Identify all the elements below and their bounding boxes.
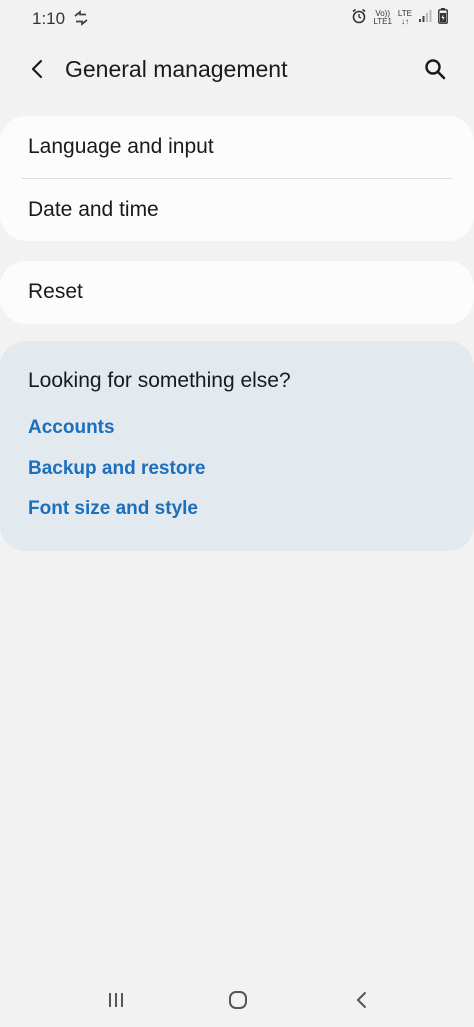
font-size-and-style-link[interactable]: Font size and style	[28, 498, 198, 520]
nav-back-button[interactable]	[342, 987, 382, 1017]
alarm-icon	[351, 8, 367, 29]
recents-icon	[106, 991, 126, 1014]
app-bar: General management	[0, 40, 474, 100]
status-time: 1:10	[32, 9, 66, 28]
language-and-input-item[interactable]: Language and input	[0, 116, 474, 178]
lte-indicator: LTE ↓↑	[398, 10, 412, 26]
search-button[interactable]	[418, 54, 452, 88]
volte-bottom-label: LTE1	[373, 17, 392, 26]
back-icon	[354, 990, 370, 1015]
accounts-link[interactable]: Accounts	[28, 417, 115, 439]
volte-indicator: Vo)) LTE1	[373, 10, 392, 26]
search-icon	[424, 58, 446, 85]
page-title: General management	[65, 56, 288, 82]
signal-icon	[418, 9, 432, 28]
recents-button[interactable]	[96, 987, 136, 1017]
battery-icon	[438, 7, 448, 29]
date-and-time-item[interactable]: Date and time	[0, 179, 474, 241]
backup-and-restore-link[interactable]: Backup and restore	[28, 458, 205, 480]
reset-item[interactable]: Reset	[0, 261, 474, 323]
settings-card-primary: Language and input Date and time	[0, 116, 474, 241]
list-item-label: Reset	[28, 280, 83, 303]
list-item-label: Date and time	[28, 198, 159, 221]
status-bar: 1:10 Vo)) LTE1 LTE ↓↑	[0, 0, 474, 38]
screen: 1:10 Vo)) LTE1 LTE ↓↑ General management…	[0, 0, 474, 1027]
back-button[interactable]	[20, 54, 54, 88]
home-button[interactable]	[218, 987, 258, 1017]
lte-arrows-icon: ↓↑	[400, 17, 409, 26]
settings-card-reset: Reset	[0, 261, 474, 324]
navigation-bar	[0, 977, 474, 1027]
suggestions-title: Looking for something else?	[28, 369, 291, 392]
list-item-label: Language and input	[28, 135, 214, 158]
suggestions-card: Looking for something else? Accounts Bac…	[0, 341, 474, 551]
status-icons: Vo)) LTE1 LTE ↓↑	[351, 7, 448, 29]
chevron-left-icon	[28, 58, 46, 85]
home-icon	[227, 989, 249, 1016]
data-transfer-icon	[72, 9, 90, 27]
